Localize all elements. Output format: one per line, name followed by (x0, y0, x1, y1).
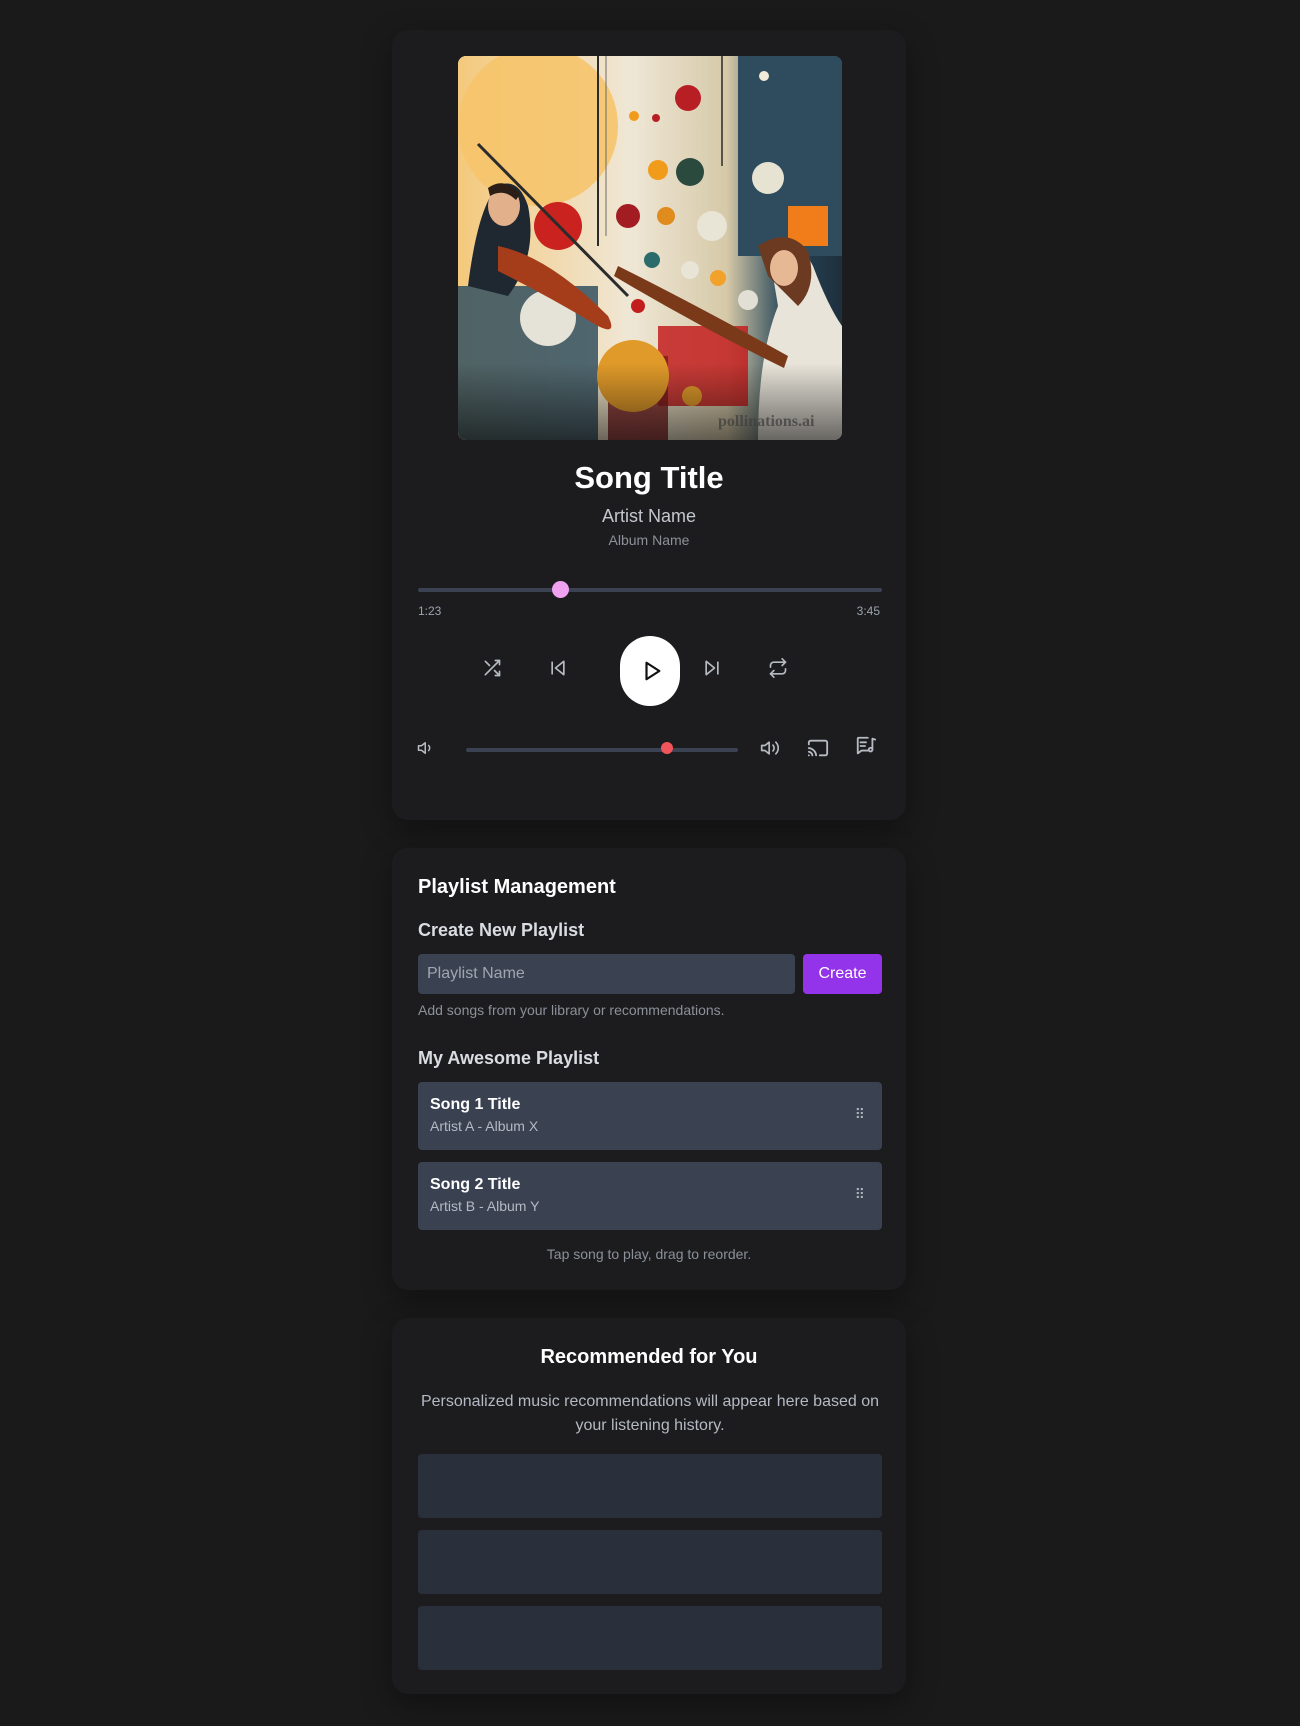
volume-high-icon (760, 741, 780, 755)
volume-low-icon (417, 742, 431, 754)
next-button[interactable] (698, 654, 726, 682)
current-time: 1:23 (418, 604, 442, 618)
volume-thumb[interactable] (661, 742, 674, 754)
create-playlist-hint: Add songs from your library or recommend… (418, 1002, 725, 1018)
repeat-icon (769, 658, 787, 678)
volume-max-button[interactable] (756, 734, 784, 762)
playlist-name-input[interactable] (418, 954, 795, 994)
shuffle-button[interactable] (478, 654, 506, 682)
lyrics-icon (856, 736, 877, 755)
recommendation-placeholder (418, 1530, 882, 1594)
progress-thumb[interactable] (551, 581, 569, 598)
lyrics-button[interactable] (852, 732, 880, 760)
shuffle-icon (484, 659, 501, 677)
player-card: pollinations.ai Song Title Artist Name A… (392, 30, 906, 820)
previous-icon (551, 660, 565, 676)
recommendation-placeholder (418, 1454, 882, 1518)
recommendations-heading: Recommended for You (540, 1346, 758, 1368)
drag-handle-icon[interactable]: ⠿ (855, 1106, 865, 1123)
song-title: Song Title (574, 460, 724, 495)
playlist-footer-hint: Tap song to play, drag to reorder. (546, 1246, 752, 1262)
recommendation-placeholder (418, 1606, 882, 1670)
recommendations-card: Recommended for You Personalized music r… (392, 1318, 906, 1694)
progress-bar[interactable] (418, 581, 882, 598)
song-item-meta: Artist B - Album Y (430, 1198, 540, 1214)
cast-button[interactable] (804, 734, 832, 762)
song-item-title: Song 1 Title (430, 1096, 521, 1113)
artist-name: Artist Name (601, 506, 697, 526)
album-name: Album Name (608, 532, 690, 548)
create-playlist-heading: Create New Playlist (418, 920, 585, 940)
cast-icon (807, 739, 829, 757)
playlist-name: My Awesome Playlist (418, 1048, 600, 1068)
drag-handle-icon[interactable]: ⠿ (855, 1186, 865, 1203)
album-art-watermark: pollinations.ai (718, 413, 815, 430)
volume-slider[interactable] (466, 742, 738, 754)
playlist-song-item[interactable]: Song 1 Title Artist A - Album X ⠿ (418, 1082, 882, 1150)
play-icon (644, 661, 660, 681)
total-time: 3:45 (856, 604, 880, 618)
playlist-heading: Playlist Management (418, 876, 616, 898)
song-item-title: Song 2 Title (430, 1176, 521, 1193)
play-button[interactable] (620, 636, 680, 706)
create-playlist-button[interactable]: Create (803, 954, 882, 994)
mute-button[interactable] (412, 734, 440, 762)
album-art: pollinations.ai (458, 56, 842, 440)
playlist-card: Playlist Management Create New Playlist … (392, 848, 906, 1290)
previous-button[interactable] (544, 654, 572, 682)
recommendations-description: Personalized music recommendations will … (420, 1393, 880, 1434)
next-icon (705, 660, 719, 676)
playlist-song-item[interactable]: Song 2 Title Artist B - Album Y ⠿ (418, 1162, 882, 1230)
repeat-button[interactable] (764, 654, 792, 682)
song-item-meta: Artist A - Album X (430, 1118, 539, 1134)
